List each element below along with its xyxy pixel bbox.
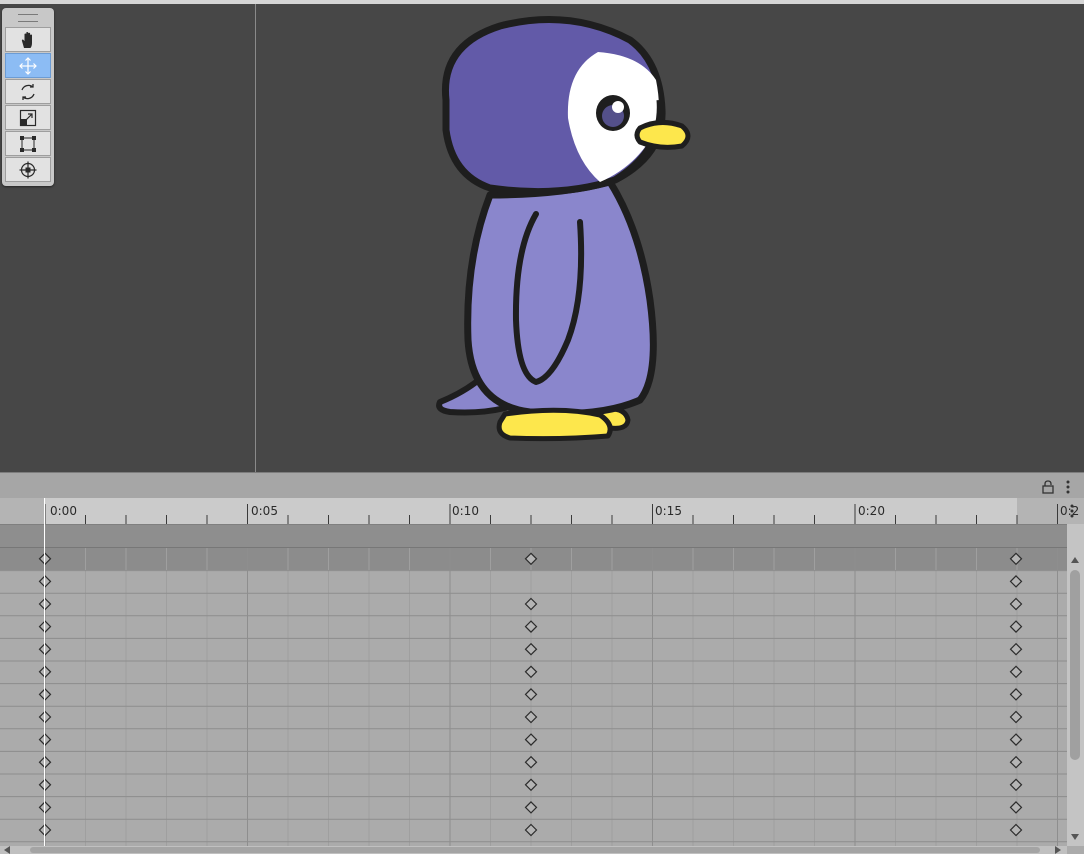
keyframe-diamond[interactable] <box>38 688 52 701</box>
ruler-label-0: 0:00 <box>50 504 77 518</box>
timeline-panel: 0:00 0:05 0:10 0:15 0:20 0:2 <box>0 472 1084 854</box>
timeline-header <box>0 472 1084 499</box>
penguin-body <box>464 178 657 417</box>
keyframe-diamond[interactable] <box>524 665 538 679</box>
horizontal-scrollbar[interactable] <box>0 846 1067 854</box>
horizontal-scroll-thumb[interactable] <box>30 847 1040 853</box>
rotate-tool-button[interactable] <box>5 79 51 104</box>
keyframe-diamond[interactable] <box>38 620 52 633</box>
scroll-down-arrow-icon[interactable] <box>1071 834 1079 840</box>
scale-tool-button[interactable] <box>5 105 51 130</box>
keyframe-diamond[interactable] <box>1009 688 1023 701</box>
move-tool-button[interactable] <box>5 53 51 78</box>
ruler-label-2: 0:10 <box>452 504 479 518</box>
keyframe-diamond[interactable] <box>38 597 52 611</box>
keyframe-diamond[interactable] <box>524 710 538 724</box>
rotate-icon <box>21 83 35 100</box>
keyframe-diamond[interactable] <box>1009 597 1023 611</box>
hand-icon <box>21 31 32 48</box>
keyframe-diamond[interactable] <box>38 642 52 656</box>
scale-icon <box>19 109 37 126</box>
keyframe-diamond[interactable] <box>524 823 538 837</box>
transform-tool-button[interactable] <box>5 157 51 182</box>
scroll-left-arrow-icon[interactable] <box>4 846 10 854</box>
keyframe-diamond[interactable] <box>38 710 52 724</box>
keyframe-diamond[interactable] <box>524 801 538 814</box>
keyframe-diamond[interactable] <box>1009 575 1023 588</box>
keyframe-diamond[interactable] <box>38 823 52 837</box>
keyframe-diamond[interactable] <box>38 665 52 679</box>
move-arrows-icon <box>19 56 37 75</box>
keyframe-diamond[interactable] <box>1009 552 1023 566</box>
lock-icon[interactable] <box>1042 480 1054 494</box>
vertical-scrollbar[interactable] <box>1067 524 1084 846</box>
penguin-sprite[interactable] <box>420 10 710 450</box>
ruler-ticks <box>44 504 1058 524</box>
keyframe-diamond[interactable] <box>524 755 538 769</box>
playhead[interactable] <box>44 498 45 846</box>
keyframe-diamond[interactable] <box>1009 823 1023 837</box>
keyframe-rows[interactable] <box>0 548 1067 846</box>
keyframe-diamond[interactable] <box>38 778 52 792</box>
transform-icon <box>19 161 37 178</box>
ruler-options-icon[interactable] <box>1067 503 1077 519</box>
keyframe-diamond[interactable] <box>1009 710 1023 724</box>
penguin-beak <box>634 120 691 150</box>
keyframe-diamond[interactable] <box>1009 755 1023 769</box>
vertical-scroll-thumb[interactable] <box>1070 570 1080 760</box>
ruler-label-1: 0:05 <box>251 504 278 518</box>
more-options-icon[interactable] <box>1063 479 1073 495</box>
hand-tool-button[interactable] <box>5 27 51 52</box>
keyframe-diamond[interactable] <box>38 801 52 814</box>
keyframe-diamond[interactable] <box>1009 620 1023 633</box>
keyframe-diamond[interactable] <box>1009 642 1023 656</box>
keyframe-diamond[interactable] <box>524 552 538 566</box>
scroll-up-arrow-icon[interactable] <box>1071 557 1079 563</box>
keyframe-diamond[interactable] <box>1009 801 1023 814</box>
penguin-eye-highlight <box>612 101 624 113</box>
keyframe-diamond[interactable] <box>1009 665 1023 679</box>
scene-guide-line <box>255 4 256 472</box>
rect-tool-button[interactable] <box>5 131 51 156</box>
rect-transform-icon <box>20 135 36 152</box>
keyframe-diamond[interactable] <box>1009 778 1023 792</box>
keyframe-diamond[interactable] <box>524 642 538 656</box>
keyframe-diamond[interactable] <box>524 733 538 746</box>
keyframe-diamond[interactable] <box>38 733 52 746</box>
tool-palette <box>2 8 54 186</box>
keyframe-diamond[interactable] <box>524 688 538 701</box>
keyframe-diamond[interactable] <box>524 597 538 611</box>
ruler-label-3: 0:15 <box>655 504 682 518</box>
tool-palette-grip[interactable] <box>18 14 38 22</box>
time-ruler[interactable]: 0:00 0:05 0:10 0:15 0:20 0:2 <box>0 498 1084 525</box>
scroll-right-arrow-icon[interactable] <box>1055 846 1061 854</box>
keyframe-grid <box>0 548 1067 846</box>
keyframe-diamond[interactable] <box>524 778 538 792</box>
ruler-label-4: 0:20 <box>858 504 885 518</box>
keyframe-diamond[interactable] <box>38 575 52 588</box>
scene-view[interactable] <box>0 0 1084 472</box>
scene-top-border <box>0 0 1084 4</box>
penguin-front-foot <box>496 407 613 442</box>
keyframe-diamond[interactable] <box>1009 733 1023 746</box>
keyframe-diamond[interactable] <box>38 552 52 566</box>
keyframe-diamond[interactable] <box>38 755 52 769</box>
summary-row[interactable] <box>0 525 1067 548</box>
keyframe-diamond[interactable] <box>524 620 538 633</box>
